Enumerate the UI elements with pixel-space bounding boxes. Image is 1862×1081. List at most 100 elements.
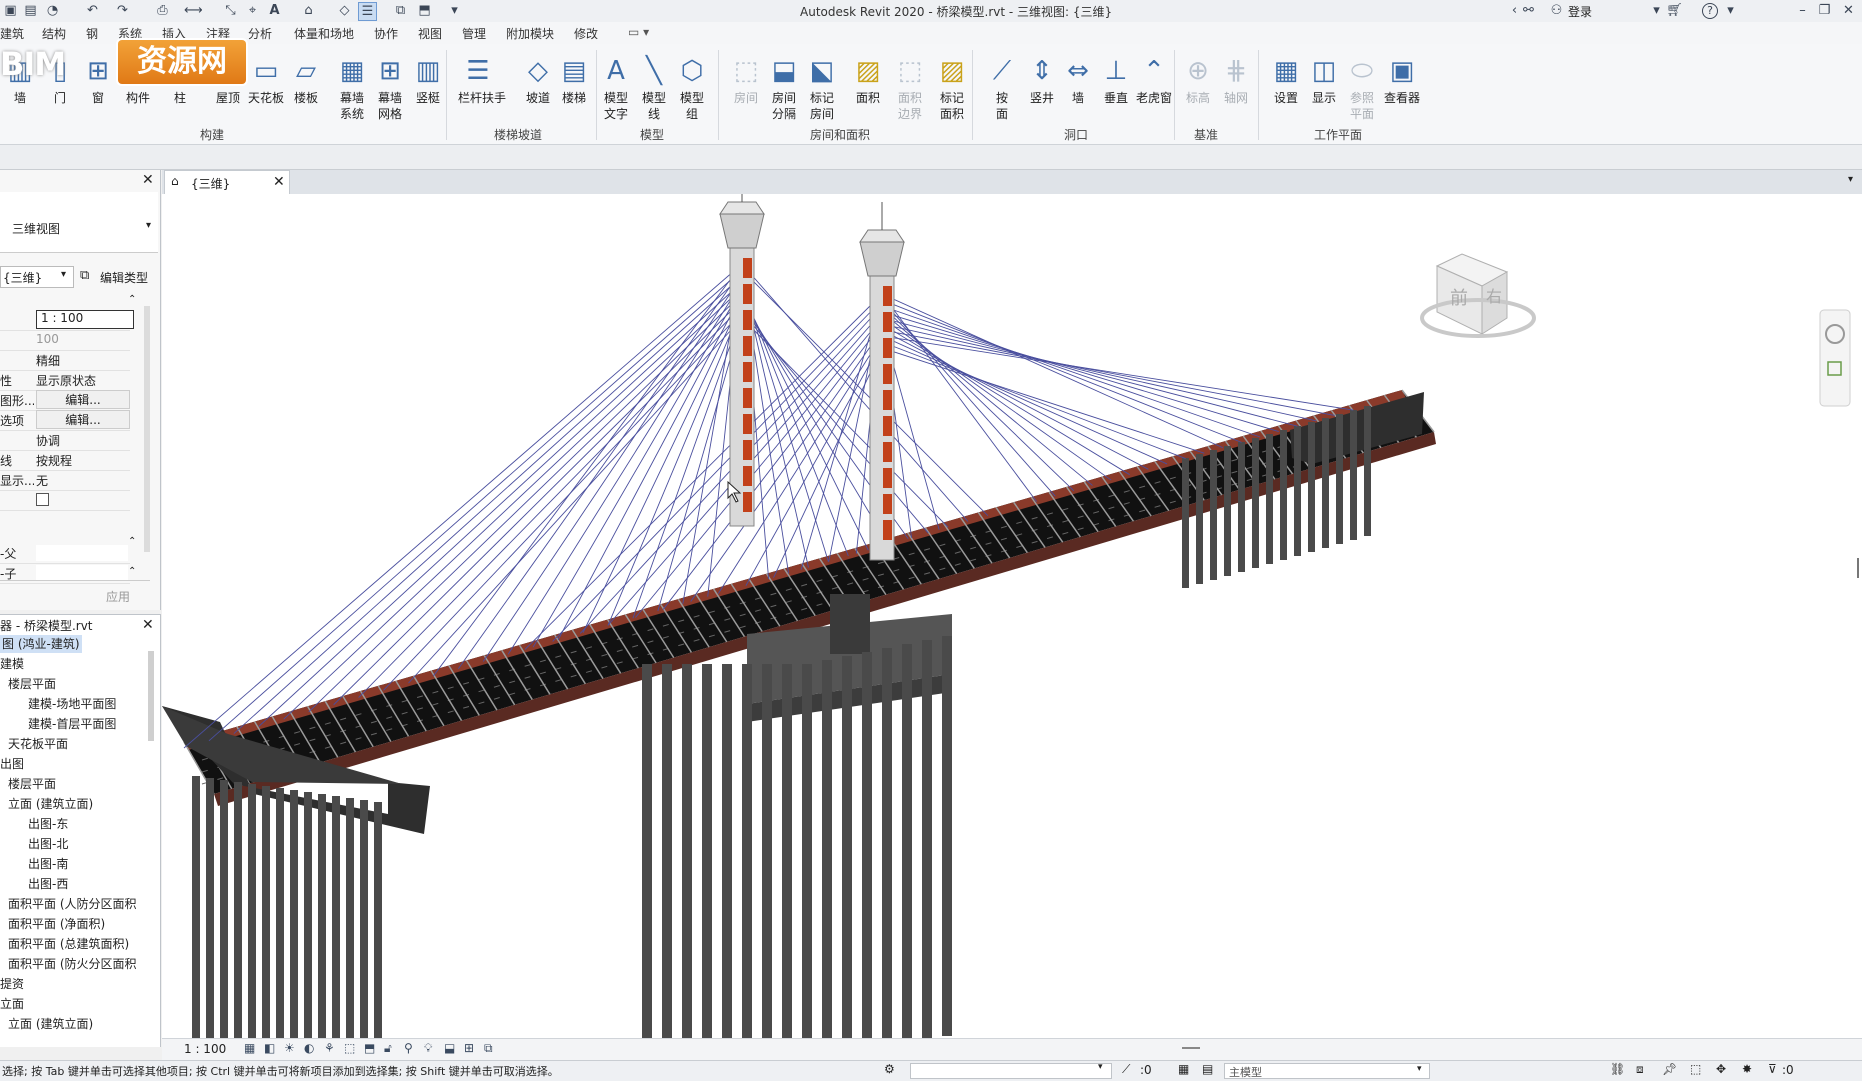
ribbon-tool-level[interactable]: ⊕ 标高 xyxy=(1178,54,1218,130)
tab-architecture[interactable]: 建筑 xyxy=(0,25,24,42)
design-option-select[interactable]: 主模型 ▾ xyxy=(1224,1063,1430,1079)
hide-analytical-icon[interactable]: ⊞ xyxy=(464,1041,474,1055)
login-dropdown-icon[interactable]: ▾ xyxy=(1648,2,1665,19)
ribbon-tool-area[interactable]: ▨ 面积 xyxy=(848,54,888,130)
ribbon-tool-railing[interactable]: ☰ 栏杆扶手 xyxy=(458,54,506,130)
ribbon-tool-room[interactable]: ⬚ 房间 xyxy=(726,54,766,130)
3d-view-icon[interactable]: ⌂ xyxy=(300,2,317,19)
tab-steel[interactable]: 钢 xyxy=(86,25,98,42)
section-collapse-icon-3[interactable]: ⌃ xyxy=(128,566,136,577)
qat-dropdown-icon[interactable]: ▾ xyxy=(446,2,463,19)
property-row[interactable]: 线 按规程 xyxy=(0,450,130,471)
tab-manage[interactable]: 管理 xyxy=(462,25,486,42)
property-value[interactable]: 编辑... xyxy=(36,390,130,409)
ribbon-tool-set-plane[interactable]: ▦ 设置 xyxy=(1266,54,1306,130)
ribbon-tool-model-group[interactable]: ⬡ 模型 组 xyxy=(672,54,712,130)
browser-node[interactable]: 面积平面 (净面积) xyxy=(8,915,105,933)
detail-level-icon[interactable]: ▦ xyxy=(244,1041,255,1055)
login-link[interactable]: 登录 xyxy=(1568,3,1592,20)
property-checkbox[interactable] xyxy=(36,493,49,506)
ribbon-tool-shaft[interactable]: ⇕ 竖井 xyxy=(1022,54,1062,130)
drag-elements-icon[interactable]: ✥ xyxy=(1716,1062,1726,1076)
highlight-displacement-icon[interactable]: ⧉ xyxy=(484,1041,493,1056)
browser-node[interactable]: 出图-西 xyxy=(28,875,68,893)
property-value[interactable]: 编辑... xyxy=(36,410,130,429)
ribbon-tool-grid[interactable]: ⋕ 轴网 xyxy=(1216,54,1256,130)
help-icon[interactable]: ? xyxy=(1702,3,1718,19)
browser-node[interactable]: 建模-首层平面图 xyxy=(28,715,116,733)
ribbon-tool-floor[interactable]: ▱ 楼板 xyxy=(286,54,326,130)
undo-icon[interactable]: ↶ xyxy=(84,2,101,19)
show-crop-icon[interactable]: ⬒ xyxy=(364,1041,375,1055)
editable-only-icon[interactable]: ⟋ xyxy=(1122,1062,1130,1077)
sun-path-icon[interactable]: ☀ xyxy=(284,1041,295,1055)
browser-node[interactable]: 面积平面 (防火分区面积 xyxy=(8,955,137,973)
browser-node[interactable]: 立面 xyxy=(0,995,24,1013)
ribbon-tool-viewer[interactable]: ▣ 查看器 xyxy=(1382,54,1422,130)
browser-scrollbar[interactable] xyxy=(148,651,154,741)
redo-icon[interactable]: ↷ xyxy=(114,2,131,19)
ribbon-tool-dormer[interactable]: ⌃ 老虎窗 xyxy=(1134,54,1174,130)
tab-structure[interactable]: 结构 xyxy=(42,25,66,42)
measure-icon[interactable]: ⟷ xyxy=(184,2,203,19)
browser-node[interactable]: 建模 xyxy=(0,655,24,673)
tab-collaborate[interactable]: 协作 xyxy=(374,25,398,42)
tab-view[interactable]: 视图 xyxy=(418,25,442,42)
tab-analyze[interactable]: 分析 xyxy=(248,25,272,42)
user-icon[interactable]: ⚇ xyxy=(1548,2,1565,19)
design-options-icon[interactable]: ▦ xyxy=(1178,1062,1189,1076)
workset-dropdown-icon[interactable]: ▾ xyxy=(1098,1062,1103,1072)
hscroll-thumb[interactable] xyxy=(1182,1047,1200,1049)
property-row[interactable]: 选项 编辑... xyxy=(0,410,130,431)
select-underlay-icon[interactable]: ⧈ xyxy=(1636,1062,1644,1077)
close-window-icon[interactable]: ✕ xyxy=(1840,2,1857,19)
select-pinned-icon[interactable]: 📌︎ xyxy=(1662,1062,1677,1076)
align-dimension-icon[interactable]: ⤡ xyxy=(222,2,239,19)
ribbon-tool-show-plane[interactable]: ◫ 显示 xyxy=(1304,54,1344,130)
ribbon-tool-by-face[interactable]: ⟋ 按 面 xyxy=(982,54,1022,130)
property-row[interactable] xyxy=(0,490,130,511)
property-row[interactable]: 协调 xyxy=(0,430,130,451)
section-icon[interactable]: ◇ xyxy=(336,2,353,19)
browser-node[interactable]: 楼层平面 xyxy=(8,675,56,693)
reveal-hidden-icon[interactable]: 💡︎ xyxy=(424,1041,432,1056)
browser-close-icon[interactable]: ✕ xyxy=(142,617,154,633)
ribbon-tool-tag-area[interactable]: ▨ 标记 面积 xyxy=(932,54,972,130)
ribbon-display-toggle-icon[interactable]: ▭ ▾ xyxy=(628,25,649,39)
visual-style-icon[interactable]: ◧ xyxy=(264,1041,275,1055)
tab-3d-view[interactable]: ⌂ {三维} ✕ xyxy=(164,170,290,195)
browser-node[interactable]: 立面 (建筑立面) xyxy=(8,795,93,813)
type-selector-dropdown-icon[interactable]: ▾ xyxy=(146,220,151,231)
close-hidden-icon[interactable]: ⧉ xyxy=(392,2,409,19)
filter-icon[interactable]: ⊽ xyxy=(1768,1062,1777,1076)
view-scale[interactable]: 1 : 100 xyxy=(184,1042,226,1056)
property-row[interactable]: 显示... 无 xyxy=(0,470,130,491)
ribbon-tool-model-text[interactable]: A 模型 文字 xyxy=(596,54,636,130)
ribbon-tool-ref-plane[interactable]: ⬭ 参照 平面 xyxy=(1342,54,1382,130)
select-by-face-icon[interactable]: ⬚ xyxy=(1690,1062,1701,1076)
property-row[interactable]: 100 xyxy=(0,330,130,351)
property-row[interactable]: 图形... 编辑... xyxy=(0,390,130,411)
ribbon-tool-vertical-opening[interactable]: ⊥ 垂直 xyxy=(1096,54,1136,130)
browser-node[interactable]: 立面 (建筑立面) xyxy=(8,1015,93,1033)
browser-node[interactable]: 建模-场地平面图 xyxy=(28,695,116,713)
instance-filter-dropdown-icon[interactable]: ▾ xyxy=(61,269,66,280)
text-icon[interactable]: A xyxy=(266,2,283,19)
revit-app-icon[interactable]: ▣ xyxy=(2,2,19,19)
exclude-options-icon[interactable]: ▤ xyxy=(1202,1062,1213,1076)
restore-icon[interactable]: ❐ xyxy=(1816,2,1833,19)
ribbon-tool-mullion[interactable]: ▥ 竖梃 xyxy=(408,54,448,130)
ribbon-tool-ceiling[interactable]: ▭ 天花板 xyxy=(246,54,286,130)
bridge-model[interactable]: 前右 xyxy=(162,194,1862,1044)
workset-select[interactable] xyxy=(910,1063,1112,1079)
ribbon-tool-room-separator[interactable]: ⬓ 房间 分隔 xyxy=(764,54,804,130)
ribbon-tool-curtain-system[interactable]: ▦ 幕墙 系统 xyxy=(332,54,372,130)
ribbon-tool-area-boundary[interactable]: ⬚ 面积 边界 xyxy=(890,54,930,130)
section-collapse-icon[interactable]: ⌃ xyxy=(128,294,136,305)
ribbon-tool-curtain-grid[interactable]: ⊞ 幕墙 网格 xyxy=(370,54,410,130)
switch-windows-icon[interactable]: ⬒ xyxy=(416,2,433,19)
worksets-icon[interactable]: ⚙ xyxy=(884,1062,895,1076)
ribbon-tool-tag-room[interactable]: ⬕ 标记 房间 xyxy=(802,54,842,130)
unlock-view-icon[interactable]: 🔓︎ xyxy=(384,1041,392,1056)
select-links-icon[interactable]: ⛓ xyxy=(1610,1062,1625,1076)
